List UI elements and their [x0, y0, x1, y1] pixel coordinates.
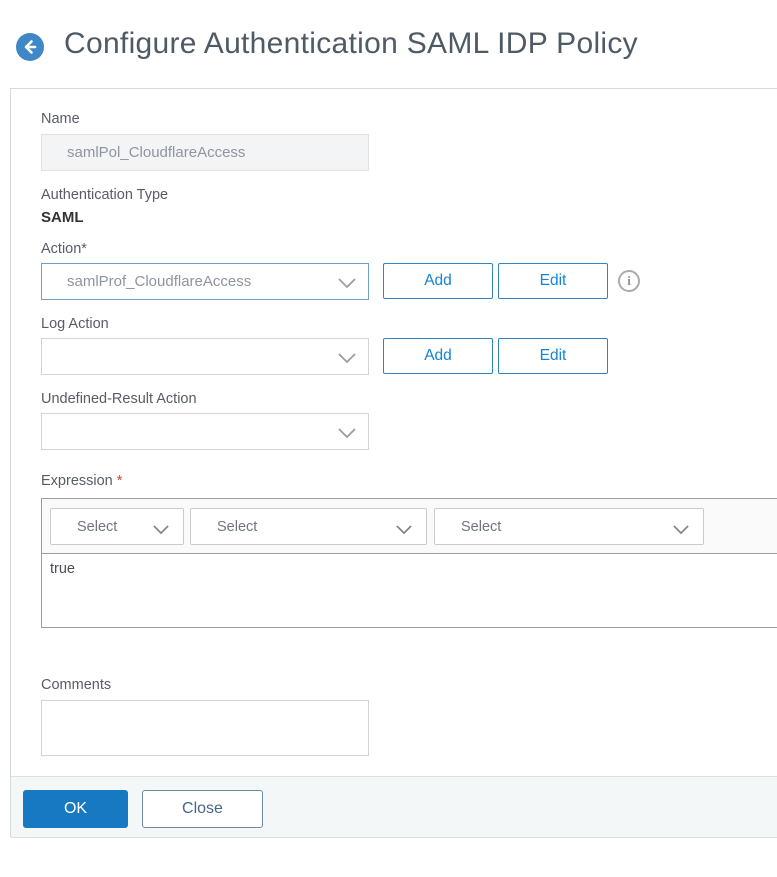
expression-required-mark: *: [116, 473, 123, 489]
auth-type-label: Authentication Type: [41, 187, 169, 203]
name-input[interactable]: [41, 134, 369, 171]
chevron-down-icon: [396, 522, 412, 534]
expression-textarea[interactable]: true: [42, 554, 777, 627]
expression-select-1[interactable]: Select: [50, 508, 184, 545]
info-icon[interactable]: i: [618, 270, 640, 292]
close-button[interactable]: Close: [142, 790, 263, 828]
expression-editor: Select Select Select true: [41, 498, 777, 628]
expression-select-2-value: Select: [217, 518, 258, 535]
action-label: Action*: [41, 241, 87, 257]
expression-label: Expression *: [41, 473, 122, 489]
action-add-button[interactable]: Add: [383, 263, 493, 299]
chevron-down-icon: [338, 276, 356, 289]
expression-select-3[interactable]: Select: [434, 508, 704, 545]
form-panel: Name Authentication Type SAML Action* sa…: [10, 88, 777, 838]
expression-select-2[interactable]: Select: [190, 508, 427, 545]
chevron-down-icon: [153, 522, 169, 534]
expression-toolbar: Select Select Select: [42, 499, 777, 554]
page-title: Configure Authentication SAML IDP Policy: [64, 27, 638, 60]
chevron-down-icon: [338, 426, 356, 439]
undefined-action-select[interactable]: [41, 413, 369, 450]
name-label: Name: [41, 111, 80, 127]
log-action-add-button[interactable]: Add: [383, 338, 493, 374]
back-button[interactable]: [16, 33, 44, 61]
log-action-edit-button[interactable]: Edit: [498, 338, 608, 374]
footer-bar: OK Close: [11, 776, 777, 838]
action-edit-button[interactable]: Edit: [498, 263, 608, 299]
auth-type-value: SAML: [41, 209, 84, 226]
log-action-select[interactable]: [41, 338, 369, 375]
expression-select-1-value: Select: [77, 518, 118, 535]
ok-button[interactable]: OK: [23, 790, 128, 828]
comments-label: Comments: [41, 677, 112, 693]
log-action-label: Log Action: [41, 316, 109, 332]
expression-label-text: Expression: [41, 473, 113, 489]
chevron-down-icon: [338, 351, 356, 364]
comments-textarea[interactable]: [41, 700, 369, 756]
action-select-value: samlProf_CloudflareAccess: [67, 273, 252, 290]
chevron-down-icon: [673, 522, 689, 534]
undefined-action-label: Undefined-Result Action: [41, 391, 197, 407]
action-select[interactable]: samlProf_CloudflareAccess: [41, 263, 369, 300]
expression-select-3-value: Select: [461, 518, 502, 535]
back-arrow-icon: [16, 33, 44, 65]
